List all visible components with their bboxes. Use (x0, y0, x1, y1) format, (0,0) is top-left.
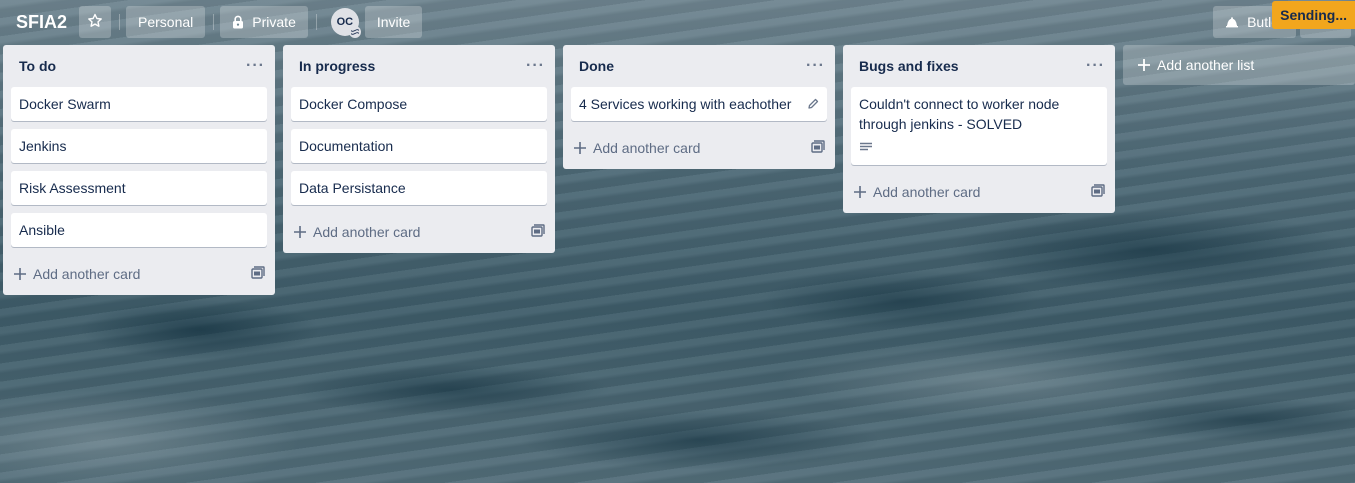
card[interactable]: Docker Swarm (11, 87, 267, 121)
pencil-icon[interactable] (807, 95, 819, 115)
board-header: SFIA2 Personal Private OC Invite Butler (0, 0, 1355, 44)
avatar[interactable]: OC (330, 8, 361, 38)
card[interactable]: Documentation (291, 129, 547, 163)
list-to-do: To do ··· Docker Swarm Jenkins Risk Asse… (3, 45, 275, 295)
card-title: 4 Services working with eachother (579, 96, 792, 112)
ellipsis-icon[interactable]: ··· (526, 57, 545, 75)
sending-status-badge: Sending... (1272, 1, 1355, 29)
plus-icon (573, 141, 587, 155)
add-list-button[interactable]: Add another list (1123, 45, 1355, 85)
card-template-icon[interactable] (1091, 184, 1105, 200)
personal-label: Personal (138, 14, 194, 30)
add-card-label: Add another card (33, 266, 141, 282)
lock-icon (232, 15, 244, 29)
add-card-composer: Add another card (283, 213, 555, 251)
ellipsis-icon[interactable]: ··· (806, 57, 825, 75)
add-card-label: Add another card (313, 224, 421, 240)
card[interactable]: 4 Services working with eachother (571, 87, 827, 121)
team-visibility-button[interactable]: Personal (126, 6, 206, 38)
star-icon (87, 13, 103, 32)
list-done: Done ··· 4 Services working with eachoth… (563, 45, 835, 169)
list-title[interactable]: Done (579, 58, 614, 74)
add-card-label: Add another card (873, 184, 981, 200)
card[interactable]: Docker Compose (291, 87, 547, 121)
card[interactable]: Data Persistance (291, 171, 547, 205)
list-header: To do ··· (3, 45, 275, 87)
plus-icon (293, 225, 307, 239)
add-card-button[interactable]: Add another card (573, 140, 700, 156)
list-header: In progress ··· (283, 45, 555, 87)
list-in-progress: In progress ··· Docker Compose Documenta… (283, 45, 555, 253)
card[interactable]: Ansible (11, 213, 267, 247)
card-template-icon[interactable] (811, 140, 825, 156)
add-card-button[interactable]: Add another card (13, 266, 140, 282)
privacy-button[interactable]: Private (220, 6, 308, 38)
private-label: Private (252, 14, 296, 30)
board-title[interactable]: SFIA2 (8, 6, 75, 38)
admin-badge-icon (348, 26, 361, 38)
card-template-icon[interactable] (251, 266, 265, 282)
list-header: Bugs and fixes ··· (843, 45, 1115, 87)
ellipsis-icon[interactable]: ··· (246, 57, 265, 75)
ellipsis-icon[interactable]: ··· (1086, 57, 1105, 75)
divider (119, 14, 121, 30)
plus-icon (1137, 58, 1151, 72)
card[interactable]: Jenkins (11, 129, 267, 163)
invite-button[interactable]: Invite (364, 6, 423, 38)
add-card-composer: Add another card (563, 129, 835, 167)
card-list: Couldn't connect to worker node through … (843, 87, 1115, 165)
add-card-button[interactable]: Add another card (853, 184, 980, 200)
list-header: Done ··· (563, 45, 835, 87)
plus-icon (13, 267, 27, 281)
bell-icon (1225, 16, 1239, 28)
card-list: Docker Compose Documentation Data Persis… (283, 87, 555, 205)
list-title[interactable]: In progress (299, 58, 375, 74)
add-list-label: Add another list (1157, 57, 1255, 73)
add-card-composer: Add another card (843, 173, 1115, 211)
divider (213, 14, 215, 30)
card-template-icon[interactable] (531, 224, 545, 240)
plus-icon (853, 185, 867, 199)
card[interactable]: Risk Assessment (11, 171, 267, 205)
card-list: 4 Services working with eachother (563, 87, 835, 121)
add-card-composer: Add another card (3, 255, 275, 293)
card-title: Couldn't connect to worker node through … (859, 96, 1060, 132)
card[interactable]: Couldn't connect to worker node through … (851, 87, 1107, 165)
description-icon (859, 138, 1099, 158)
list-title[interactable]: Bugs and fixes (859, 58, 959, 74)
list-title[interactable]: To do (19, 58, 56, 74)
divider (315, 14, 317, 30)
star-board-button[interactable] (79, 6, 112, 38)
add-card-label: Add another card (593, 140, 701, 156)
add-card-button[interactable]: Add another card (293, 224, 420, 240)
card-list: Docker Swarm Jenkins Risk Assessment Ans… (3, 87, 275, 247)
list-bugs-and-fixes: Bugs and fixes ··· Couldn't connect to w… (843, 45, 1115, 213)
invite-label: Invite (376, 14, 411, 30)
